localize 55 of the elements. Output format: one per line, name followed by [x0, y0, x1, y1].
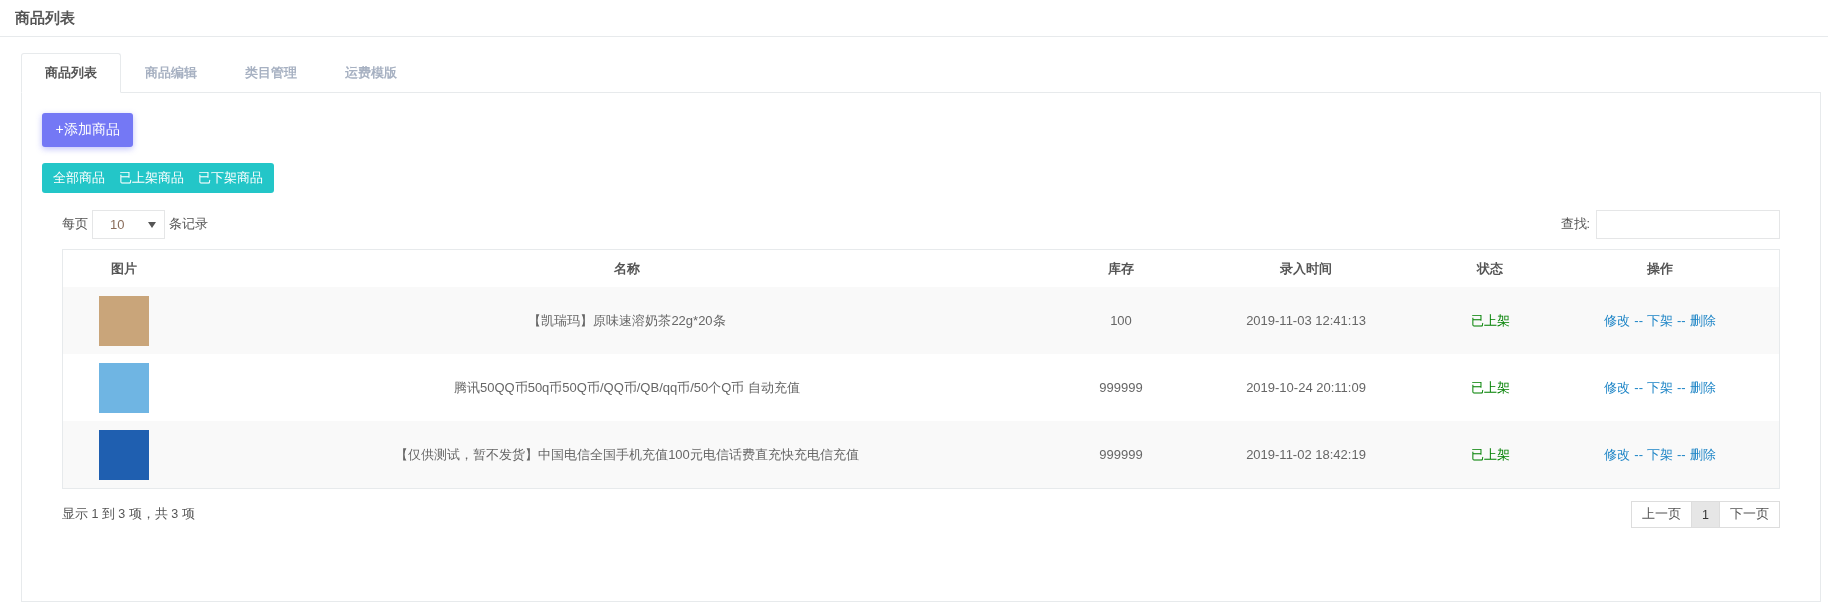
status-text: 已上架: [1470, 446, 1510, 462]
page-size-select[interactable]: 10: [92, 210, 165, 239]
page-title: 商品列表: [15, 8, 75, 28]
filter-button[interactable]: 已上架商品: [112, 169, 191, 187]
column-header: 操作: [1647, 260, 1673, 276]
column-header: 图片: [111, 260, 137, 276]
action-link[interactable]: 修改: [1604, 379, 1631, 395]
filter-button[interactable]: 已下架商品: [191, 169, 270, 187]
action-link[interactable]: 删除: [1689, 379, 1716, 395]
search-label: 查找:: [1560, 216, 1590, 233]
separator-text: --: [1677, 379, 1686, 395]
table-cell: 【仅供测试，暂不发货】中国电信全国手机充值100元电信话费直充快充电信充值: [395, 446, 859, 462]
filter-button[interactable]: 全部商品: [46, 169, 112, 187]
table-cell: 2019-10-24 20:11:09: [1246, 380, 1366, 395]
separator-text: --: [1634, 312, 1643, 328]
label: 每页: [62, 216, 88, 233]
column-header: 录入时间: [1280, 260, 1332, 276]
table-cell: 999999: [1099, 380, 1143, 395]
table-info: 显示 1 到 3 项，共 3 项: [62, 506, 195, 523]
pagination-button[interactable]: 上一页: [1631, 501, 1693, 528]
column-header: 库存: [1108, 260, 1134, 276]
separator-text: --: [1677, 312, 1686, 328]
caret-icon: [148, 221, 156, 228]
pagination-button[interactable]: 1: [1691, 501, 1720, 528]
pagination-button[interactable]: 下一页: [1719, 501, 1780, 528]
table-cell: 2019-11-03 12:41:13: [1246, 313, 1366, 328]
label: 条记录: [169, 216, 208, 233]
table-cell: 腾讯50QQ币50q币50Q币/QQ币/QB/qq币/50个Q币 自动充值: [453, 379, 800, 395]
separator-text: --: [1634, 379, 1643, 395]
photo-placeholder: [99, 295, 149, 346]
tab[interactable]: 运费模版: [321, 53, 421, 93]
table-cell: 999999: [1099, 447, 1143, 462]
photo-placeholder: [99, 362, 149, 413]
table-cell: 2019-11-02 18:42:19: [1246, 447, 1366, 462]
search-field[interactable]: [1596, 210, 1780, 239]
separator-text: --: [1634, 446, 1643, 462]
action-link[interactable]: 修改: [1604, 312, 1631, 328]
separator-text: --: [1677, 446, 1686, 462]
action-link[interactable]: 删除: [1689, 446, 1716, 462]
photo-placeholder: [99, 429, 149, 480]
tab[interactable]: 商品编辑: [121, 53, 221, 93]
table-cell: 【凯瑞玛】原味速溶奶茶22g*20条: [528, 312, 726, 328]
action-link[interactable]: 删除: [1689, 312, 1716, 328]
tab[interactable]: 商品列表: [21, 53, 121, 93]
status-text: 已上架: [1470, 379, 1510, 395]
action-link[interactable]: 修改: [1604, 446, 1631, 462]
status-text: 已上架: [1470, 312, 1510, 328]
action-link[interactable]: 下架: [1647, 312, 1673, 328]
action-link[interactable]: 下架: [1647, 446, 1673, 462]
column-header: 状态: [1477, 260, 1503, 276]
tab[interactable]: 类目管理: [221, 53, 321, 93]
add-product-button[interactable]: +添加商品: [42, 113, 133, 147]
column-header: 名称: [614, 260, 640, 276]
action-link[interactable]: 下架: [1647, 379, 1673, 395]
table-cell: 100: [1110, 313, 1132, 328]
